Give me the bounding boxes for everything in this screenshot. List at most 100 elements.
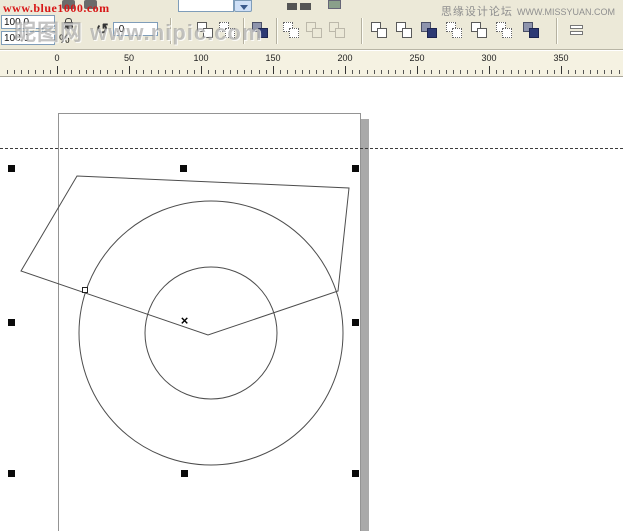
ruler-tick — [194, 70, 195, 74]
clipped-combobox[interactable] — [178, 0, 234, 12]
ruler-tick — [230, 70, 231, 74]
pentagon-shape[interactable] — [21, 176, 349, 335]
ruler-tick — [352, 70, 353, 74]
ruler-tick — [237, 70, 238, 74]
ruler-tick — [165, 70, 166, 74]
ruler-tick — [381, 70, 382, 74]
group-icon[interactable] — [283, 22, 301, 40]
ruler-tick — [100, 70, 101, 74]
ruler-tick — [136, 70, 137, 74]
ruler-tick — [86, 70, 87, 74]
simplify-icon[interactable] — [446, 22, 464, 40]
clipped-label-fragment — [300, 3, 311, 10]
ruler-tick — [122, 70, 123, 74]
ruler-tick — [57, 66, 58, 74]
curve-node-marker[interactable] — [82, 287, 88, 293]
ruler-tick — [35, 70, 36, 74]
inner-circle-shape[interactable] — [145, 267, 277, 399]
ruler-tick — [21, 70, 22, 74]
ruler-tick — [280, 70, 281, 74]
ruler-tick — [611, 70, 612, 74]
ruler-tick — [590, 70, 591, 74]
drawing-canvas[interactable] — [0, 77, 623, 531]
ruler-tick — [244, 70, 245, 74]
clipped-pen-icon[interactable] — [328, 0, 341, 9]
selection-handle[interactable] — [352, 165, 359, 172]
ungroup-icon[interactable] — [306, 22, 324, 40]
intersect-icon[interactable] — [421, 22, 439, 40]
toolbar-separator — [276, 18, 278, 44]
ruler-label: 200 — [337, 53, 352, 63]
ruler-tick — [597, 70, 598, 74]
ruler-tick — [107, 70, 108, 74]
weld-icon[interactable] — [371, 22, 389, 40]
ruler-tick — [223, 70, 224, 74]
outer-circle-shape[interactable] — [79, 201, 343, 465]
clipped-label-fragment — [287, 3, 297, 10]
ruler-tick — [172, 70, 173, 74]
selection-handle[interactable] — [181, 470, 188, 477]
selection-handle[interactable] — [8, 470, 15, 477]
ruler-tick — [14, 70, 15, 74]
ungroup-all-icon[interactable] — [329, 22, 347, 40]
ruler-label: 0 — [54, 53, 59, 63]
ruler-tick — [503, 70, 504, 74]
trim-icon[interactable] — [396, 22, 414, 40]
toolbar-separator — [361, 18, 363, 44]
ruler-tick — [323, 70, 324, 74]
ruler-tick — [525, 70, 526, 74]
selection-handle[interactable] — [180, 165, 187, 172]
selection-handle[interactable] — [352, 470, 359, 477]
selection-handle[interactable] — [8, 319, 15, 326]
ruler-tick — [251, 70, 252, 74]
ruler-tick — [539, 70, 540, 74]
combobox-dropdown-icon[interactable] — [234, 0, 252, 12]
property-bar: www.blue1000.com 思缘设计论坛 WWW.MISSYUAN.COM… — [0, 0, 623, 50]
ruler-tick — [511, 70, 512, 74]
coreldraw-window: www.blue1000.com 思缘设计论坛 WWW.MISSYUAN.COM… — [0, 0, 623, 531]
back-minus-front-icon[interactable] — [496, 22, 514, 40]
ruler-tick — [266, 70, 267, 74]
ruler-tick — [583, 70, 584, 74]
ruler-tick — [446, 70, 447, 74]
ruler-label: 100 — [193, 53, 208, 63]
ruler-label: 250 — [409, 53, 424, 63]
ruler-tick — [151, 70, 152, 74]
ruler-tick — [374, 70, 375, 74]
ruler-tick — [158, 70, 159, 74]
ruler-tick — [143, 70, 144, 74]
wrap-paragraph-text-icon[interactable] — [568, 22, 586, 40]
ruler-tick — [208, 70, 209, 74]
ruler-tick — [316, 70, 317, 74]
ruler-tick — [395, 70, 396, 74]
selection-handle[interactable] — [352, 319, 359, 326]
ruler-label: 300 — [481, 53, 496, 63]
toolbar-separator — [556, 18, 558, 44]
ruler-tick — [287, 70, 288, 74]
ruler-tick — [496, 70, 497, 74]
ruler-tick — [201, 66, 202, 74]
ruler-label: 50 — [124, 53, 134, 63]
ruler-label: 350 — [553, 53, 568, 63]
ruler-tick — [410, 70, 411, 74]
horizontal-ruler[interactable]: 0 50 100 150 200 250 300 350 — [0, 51, 623, 77]
ruler-tick — [43, 70, 44, 74]
ruler-tick — [518, 70, 519, 74]
ruler-tick — [295, 70, 296, 74]
ruler-tick — [115, 70, 116, 74]
ruler-tick — [554, 70, 555, 74]
nipic-watermark: 昵图网 www.nipic.com — [14, 15, 262, 47]
rotation-center-mark[interactable] — [178, 315, 191, 328]
missyuan-watermark: 思缘设计论坛 WWW.MISSYUAN.COM — [441, 3, 615, 19]
ruler-tick — [575, 70, 576, 74]
ruler-tick — [309, 70, 310, 74]
ruler-tick — [259, 70, 260, 74]
ruler-tick — [345, 66, 346, 74]
selection-handle[interactable] — [8, 165, 15, 172]
create-boundary-icon[interactable] — [523, 22, 541, 40]
front-minus-back-icon[interactable] — [471, 22, 489, 40]
ruler-label: 150 — [265, 53, 280, 63]
ruler-tick — [482, 70, 483, 74]
ruler-tick — [604, 70, 605, 74]
ruler-tick — [388, 70, 389, 74]
